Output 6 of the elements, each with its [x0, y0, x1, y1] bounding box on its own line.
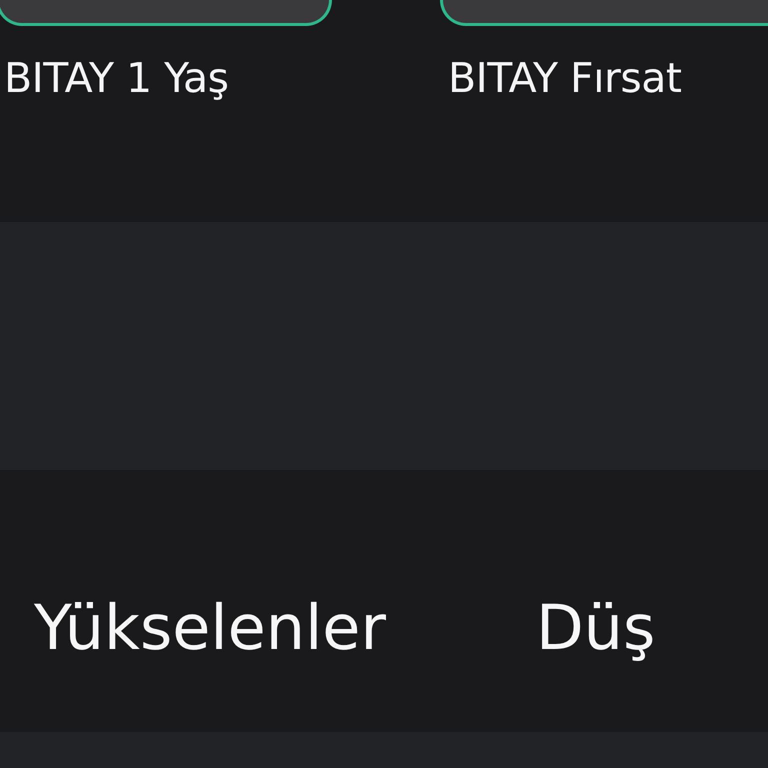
market-tab[interactable]: Düş	[536, 594, 656, 662]
market-tab[interactable]: Yükselenler	[34, 594, 386, 662]
shortcut-label[interactable]: BITAY 1 Yaş	[4, 54, 229, 102]
shortcut-tile[interactable]	[440, 0, 768, 26]
shortcut-tile[interactable]	[0, 0, 332, 26]
shortcut-label[interactable]: BITAY Fırsat	[448, 54, 682, 102]
